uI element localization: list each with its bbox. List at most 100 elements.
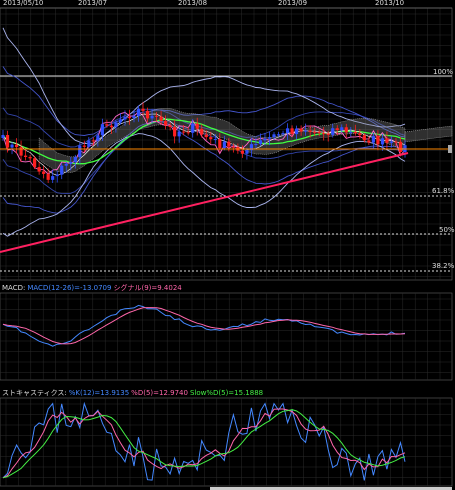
candle-body (389, 141, 394, 143)
month-label: 2013/09 (278, 0, 308, 7)
candle-body (182, 131, 186, 133)
candle-body (371, 136, 375, 143)
candle-body (60, 165, 64, 175)
macd-series-label: MACD(12-26)=-13.0709 (27, 284, 112, 292)
candle-body (118, 119, 123, 123)
candle-body (186, 132, 190, 134)
candle-body (299, 128, 303, 132)
candle-body (335, 128, 339, 131)
stochastics-panel (0, 397, 453, 490)
candle-body (308, 130, 312, 132)
candle-body (91, 140, 95, 142)
candle-body (123, 116, 127, 120)
candle-body (204, 134, 208, 138)
candle-body (258, 140, 263, 145)
candle-body (340, 127, 344, 131)
start-date-label: 2013/05/10 (3, 0, 44, 7)
candle-body (281, 133, 285, 135)
candle-body (73, 156, 77, 163)
fib-label: 50% (439, 226, 455, 234)
candle-body (276, 134, 281, 136)
candle-body (168, 125, 172, 127)
candle-body (263, 138, 267, 141)
candle-body (136, 108, 141, 117)
candle-body (380, 138, 385, 145)
candle-body (14, 144, 19, 148)
candle-body (398, 141, 403, 152)
candle-body (37, 167, 41, 172)
candle-body (191, 123, 195, 133)
candle-body (376, 136, 380, 145)
candle-body (358, 133, 362, 136)
fib-label: 61.8% (432, 187, 455, 195)
candle-body (42, 171, 46, 174)
candle-body (195, 123, 199, 129)
candle-body (159, 116, 163, 121)
fib-label: 100% (433, 68, 454, 76)
candle-body (109, 125, 114, 128)
candle-body (245, 150, 249, 154)
candle-body (317, 131, 321, 134)
month-label: 2013/08 (178, 0, 208, 7)
candle-body (349, 131, 353, 133)
candle-body (209, 137, 213, 140)
candle-body (385, 138, 389, 143)
chart-root (0, 7, 453, 490)
signal-series-label: シグナル(9)=9.4024 (113, 284, 182, 292)
candle-body (5, 135, 10, 148)
candle-body (254, 144, 258, 146)
candle-body (154, 115, 159, 117)
candle-body (33, 158, 37, 168)
candle-body (132, 116, 136, 119)
candle-body (267, 137, 272, 139)
candle-body (64, 163, 68, 166)
candle-body (145, 110, 150, 119)
candle-body (173, 126, 177, 137)
candle-body (331, 128, 335, 135)
price-marker (448, 145, 452, 153)
candle-body (367, 140, 371, 143)
d-series-label: %D(5)=12.9740 (131, 389, 188, 397)
candle-body (362, 135, 366, 141)
candle-body (1, 135, 5, 139)
month-label: 2013/07 (78, 0, 108, 7)
candle-body (150, 115, 154, 119)
candle-body (313, 131, 317, 133)
candle-body (353, 131, 357, 134)
candle-body (82, 145, 86, 147)
candle-body (272, 134, 276, 138)
macd-legend: MACD: MACD(12-26)=-13.0709 シグナル(9)=9.4024 (2, 284, 184, 292)
macd-panel (0, 292, 453, 381)
candle-body (164, 120, 168, 126)
candle-body (290, 128, 294, 135)
candle-body (23, 155, 28, 157)
candle-body (231, 146, 235, 148)
candle-body (78, 145, 82, 157)
candle-body (240, 150, 244, 154)
stoch-legend: ストキャスティクス: %K(12)=13.9135 %D(5)=12.9740 Slo… (2, 389, 265, 397)
candle-body (100, 124, 104, 136)
candle-body (285, 128, 290, 134)
macd-title: MACD: (2, 284, 26, 292)
k-series-label: %K(12)=13.9135 (68, 389, 130, 397)
candle-body (96, 135, 100, 141)
candle-body (105, 124, 109, 126)
candle-body (127, 116, 132, 119)
candle-body (87, 140, 91, 147)
candle-body (69, 162, 73, 164)
candle-body (19, 147, 23, 156)
candle-body (177, 131, 181, 137)
candle-body (114, 122, 118, 128)
candle-body (55, 174, 59, 177)
candle-body (46, 173, 50, 180)
candle-body (141, 108, 145, 111)
candle-body (51, 176, 55, 180)
candle-body (227, 141, 231, 147)
candle-body (304, 130, 308, 132)
candle-body (394, 141, 398, 143)
stoch-title: ストキャスティクス: (2, 389, 67, 397)
main-price-panel (0, 7, 453, 281)
candle-body (28, 156, 32, 159)
candle-body (200, 128, 204, 135)
candle-body (10, 144, 14, 148)
